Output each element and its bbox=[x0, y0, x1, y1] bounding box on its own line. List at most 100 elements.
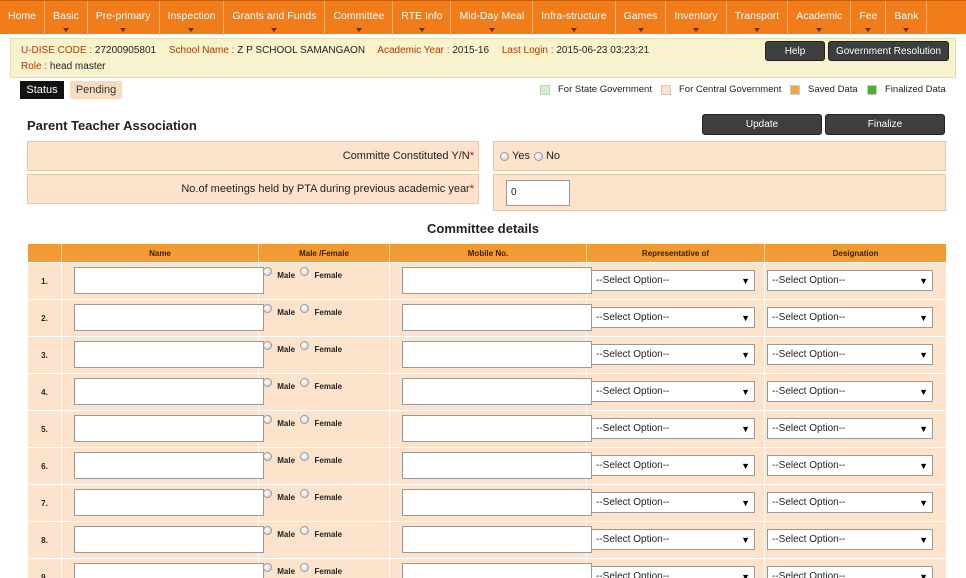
representative-select[interactable]: --Select Option-- ▼ bbox=[591, 492, 755, 513]
female-radio[interactable] bbox=[300, 489, 310, 499]
designation-select[interactable]: --Select Option-- ▼ bbox=[767, 307, 933, 328]
member-name-input[interactable] bbox=[74, 563, 264, 578]
no-radio[interactable] bbox=[533, 151, 543, 161]
mobile-number-input[interactable] bbox=[402, 415, 592, 442]
mobile-number-input[interactable] bbox=[402, 563, 592, 578]
gender-options: Male Female bbox=[263, 489, 342, 502]
gender-options: Male Female bbox=[263, 267, 342, 280]
representative-select[interactable]: --Select Option-- ▼ bbox=[591, 307, 755, 328]
nav-label: Committee bbox=[333, 10, 385, 22]
designation-cell: --Select Option-- ▼ bbox=[765, 263, 946, 300]
nav-label: Pre-primary bbox=[95, 10, 151, 22]
representative-select[interactable]: --Select Option-- ▼ bbox=[591, 270, 755, 291]
mobile-number-input[interactable] bbox=[402, 341, 592, 368]
designation-cell: --Select Option-- ▼ bbox=[765, 522, 946, 559]
member-name-input[interactable] bbox=[74, 267, 264, 294]
designation-select[interactable]: --Select Option-- ▼ bbox=[767, 529, 933, 550]
nav-inventory[interactable]: Inventory bbox=[666, 1, 727, 35]
nav-academic[interactable]: Academic bbox=[788, 1, 852, 35]
nav-infra-structure[interactable]: Infra-structure bbox=[533, 1, 616, 35]
name-cell bbox=[62, 559, 264, 578]
representative-select[interactable]: --Select Option-- ▼ bbox=[591, 455, 755, 476]
male-radio[interactable] bbox=[263, 378, 272, 388]
nav-rte-info[interactable]: RTE Info bbox=[393, 1, 452, 35]
help-button[interactable]: Help bbox=[765, 41, 825, 61]
female-radio[interactable] bbox=[300, 526, 310, 536]
mobile-number-input[interactable] bbox=[402, 526, 592, 553]
nav-committee[interactable]: Committee bbox=[325, 1, 394, 35]
nav-grants-and-funds[interactable]: Grants and Funds bbox=[224, 1, 326, 35]
dropdown-arrow-icon: ▼ bbox=[919, 497, 928, 508]
committee-constituted-label: Committe Constituted Y/N * bbox=[27, 141, 479, 171]
tab-status[interactable]: Status bbox=[20, 81, 64, 99]
gender-options: Male Female bbox=[263, 526, 342, 539]
gender-cell: Male Female bbox=[259, 300, 390, 337]
nav-transport[interactable]: Transport bbox=[727, 1, 789, 35]
representative-select[interactable]: --Select Option-- ▼ bbox=[591, 529, 755, 550]
government-resolution-button[interactable]: Government Resolution bbox=[828, 41, 949, 61]
member-name-input[interactable] bbox=[74, 452, 264, 479]
male-radio[interactable] bbox=[263, 452, 272, 462]
dropdown-arrow-icon: ▼ bbox=[919, 349, 928, 360]
representative-select[interactable]: --Select Option-- ▼ bbox=[591, 566, 755, 578]
female-radio[interactable] bbox=[300, 452, 310, 462]
nav-bank[interactable]: Bank bbox=[886, 1, 928, 35]
mobile-number-input[interactable] bbox=[402, 452, 592, 479]
member-name-input[interactable] bbox=[74, 415, 264, 442]
nav-games[interactable]: Games bbox=[616, 1, 667, 35]
female-label: Female bbox=[314, 419, 343, 428]
representative-select[interactable]: --Select Option-- ▼ bbox=[591, 344, 755, 365]
designation-select[interactable]: --Select Option-- ▼ bbox=[767, 344, 933, 365]
no-label: No bbox=[545, 150, 561, 162]
mobile-number-input[interactable] bbox=[402, 489, 592, 516]
gender-options: Male Female bbox=[263, 341, 342, 354]
col-gender: Male /Female bbox=[259, 244, 390, 262]
nav-mid-day-meal[interactable]: Mid-Day Meal bbox=[451, 1, 534, 35]
nav-inspection[interactable]: Inspection bbox=[160, 1, 225, 35]
tab-pending[interactable]: Pending bbox=[70, 81, 122, 99]
male-radio[interactable] bbox=[263, 489, 272, 499]
yes-radio[interactable] bbox=[500, 151, 509, 161]
legend-label: Saved Data bbox=[808, 84, 858, 95]
update-button[interactable]: Update bbox=[702, 114, 822, 135]
male-radio[interactable] bbox=[263, 267, 272, 277]
female-radio[interactable] bbox=[300, 341, 310, 351]
representative-select[interactable]: --Select Option-- ▼ bbox=[591, 418, 755, 439]
nav-basic[interactable]: Basic bbox=[45, 1, 88, 35]
member-name-input[interactable] bbox=[74, 304, 264, 331]
male-radio[interactable] bbox=[263, 526, 272, 536]
representative-select[interactable]: --Select Option-- ▼ bbox=[591, 381, 755, 402]
nav-home[interactable]: Home bbox=[0, 1, 46, 35]
nav-pre-primary[interactable]: Pre-primary bbox=[88, 1, 160, 35]
member-name-input[interactable] bbox=[74, 489, 264, 516]
female-radio[interactable] bbox=[300, 415, 310, 425]
male-radio[interactable] bbox=[263, 304, 272, 314]
designation-select[interactable]: --Select Option-- ▼ bbox=[767, 566, 933, 578]
female-radio[interactable] bbox=[300, 267, 310, 277]
male-radio[interactable] bbox=[263, 341, 272, 351]
table-row: 4. Male Female --Select Option-- ▼ --Sel… bbox=[28, 374, 946, 411]
female-radio[interactable] bbox=[300, 304, 310, 314]
designation-select[interactable]: --Select Option-- ▼ bbox=[767, 492, 933, 513]
designation-select[interactable]: --Select Option-- ▼ bbox=[767, 418, 933, 439]
designation-select[interactable]: --Select Option-- ▼ bbox=[767, 381, 933, 402]
finalize-button[interactable]: Finalize bbox=[825, 114, 945, 135]
member-name-input[interactable] bbox=[74, 341, 264, 368]
mobile-number-input[interactable] bbox=[402, 378, 592, 405]
member-name-input[interactable] bbox=[74, 378, 264, 405]
male-label: Male bbox=[277, 308, 296, 317]
male-radio[interactable] bbox=[263, 415, 272, 425]
mobile-number-input[interactable] bbox=[402, 267, 592, 294]
female-radio[interactable] bbox=[300, 378, 310, 388]
meetings-held-input[interactable]: 0 bbox=[506, 179, 570, 206]
nav-fee[interactable]: Fee bbox=[851, 1, 887, 35]
chevron-down-icon bbox=[693, 28, 700, 32]
designation-select[interactable]: --Select Option-- ▼ bbox=[767, 455, 933, 476]
member-name-input[interactable] bbox=[74, 526, 264, 553]
male-radio[interactable] bbox=[263, 563, 272, 573]
female-radio[interactable] bbox=[300, 563, 310, 573]
legend-state-government: For State Government bbox=[540, 84, 652, 95]
mobile-number-input[interactable] bbox=[402, 304, 592, 331]
representative-cell: --Select Option-- ▼ bbox=[587, 263, 765, 300]
designation-select[interactable]: --Select Option-- ▼ bbox=[767, 270, 933, 291]
